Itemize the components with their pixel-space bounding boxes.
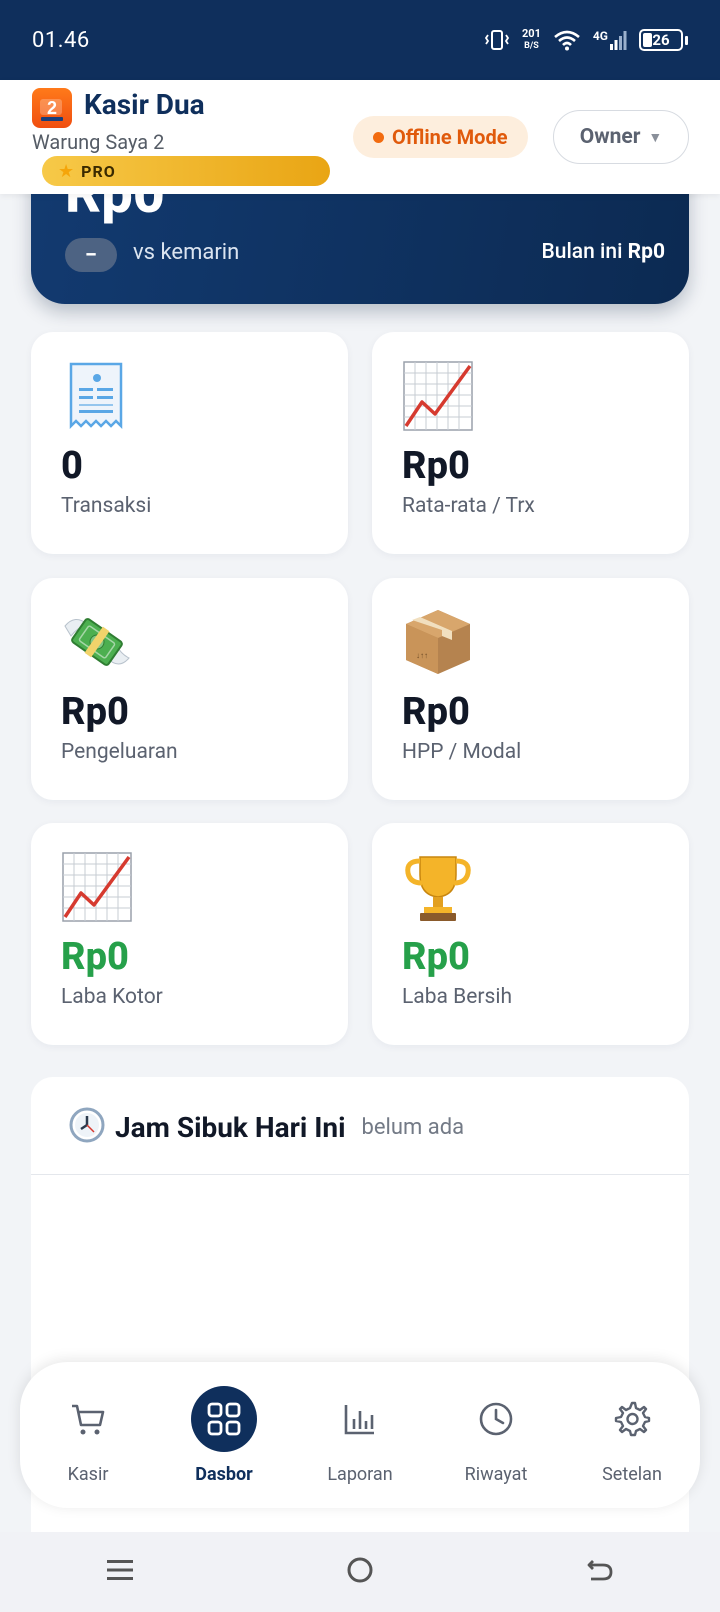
nav-riwayat-label: Riwayat: [464, 1463, 528, 1485]
nav-kasir[interactable]: Kasir: [23, 1386, 153, 1485]
receipt-icon: [61, 360, 133, 432]
cogs-label: HPP / Modal: [402, 740, 522, 764]
compare-label: vs kemarin: [133, 240, 240, 265]
network-type: 4G: [592, 29, 608, 43]
peak-hours-title: Jam Sibuk Hari Ini: [115, 1110, 346, 1144]
pro-badge: ★ PRO: [42, 156, 330, 186]
app-header: 2 Kasir Dua Warung Saya 2 ★ PRO Offline …: [0, 80, 720, 194]
settings-gear-icon: [599, 1386, 665, 1452]
net-speed-unit: B/S: [524, 41, 539, 51]
stat-card-transactions[interactable]: 0 Transaksi: [31, 332, 348, 554]
divider: [31, 1174, 689, 1175]
wifi-icon: [553, 29, 581, 51]
offline-dot-icon: [373, 131, 384, 143]
nav-kasir-label: Kasir: [67, 1463, 109, 1485]
net-profit-label: Laba Bersih: [402, 985, 513, 1009]
average-value: Rp0: [402, 444, 470, 488]
nav-setelan[interactable]: Setelan: [567, 1386, 697, 1485]
nav-setelan-label: Setelan: [602, 1463, 662, 1485]
average-label: Rata-rata / Trx: [402, 494, 535, 518]
transaction-label: Transaksi: [61, 494, 152, 518]
peak-hours-status: belum ada: [361, 1114, 465, 1140]
signal-icon: 4G: [593, 29, 627, 51]
cart-icon: [55, 1386, 121, 1452]
status-bar: 01.46 201 B/S 4G 26: [0, 0, 720, 80]
stat-card-gross-profit[interactable]: Rp0 Laba Kotor: [31, 823, 348, 1045]
stat-card-cogs[interactable]: ↓↑↑ Rp0 HPP / Modal: [372, 578, 689, 800]
nav-dasbor[interactable]: Dasbor: [159, 1385, 289, 1485]
vibrate-icon: [484, 29, 510, 51]
svg-text:2: 2: [47, 98, 57, 118]
transaction-count: 0: [61, 444, 83, 488]
month-label: Bulan ini: [541, 240, 623, 264]
svg-text:↓↑↑: ↓↑↑: [416, 651, 428, 660]
money-wings-icon: $: [61, 606, 133, 678]
clock-icon: [69, 1107, 105, 1147]
battery-level: 26: [652, 31, 670, 49]
role-selector-button[interactable]: Owner ▼: [553, 110, 689, 164]
stat-card-expenses[interactable]: $ Rp0 Pengeluaran: [31, 578, 348, 800]
status-icons: 201 B/S 4G 26: [484, 28, 688, 52]
app-logo: 2: [32, 88, 72, 128]
nav-riwayat[interactable]: Riwayat: [431, 1386, 561, 1485]
stat-card-average[interactable]: Rp0 Rata-rata / Trx: [372, 332, 689, 554]
month-value: Rp0: [627, 240, 665, 264]
sales-delta-badge: −: [65, 238, 117, 272]
status-time: 01.46: [32, 27, 90, 53]
chevron-down-icon: ▼: [648, 129, 663, 146]
home-icon[interactable]: [345, 1555, 375, 1589]
bottom-navigation: Kasir Dasbor Laporan Riwayat Setelan: [20, 1362, 700, 1508]
expenses-label: Pengeluaran: [61, 740, 178, 764]
bar-chart-icon: [327, 1386, 393, 1452]
net-speed-value: 201: [521, 27, 541, 40]
grid-icon: [191, 1385, 257, 1452]
gross-profit-label: Laba Kotor: [61, 985, 163, 1009]
chart-up-icon: [402, 360, 474, 432]
star-icon: ★: [58, 160, 76, 182]
role-label: Owner: [579, 125, 641, 149]
offline-mode-label: Offline Mode: [392, 125, 508, 149]
expenses-value: Rp0: [61, 690, 129, 734]
back-icon[interactable]: [585, 1555, 615, 1589]
chart-up-icon: [61, 851, 133, 923]
system-navigation-bar: [0, 1532, 720, 1612]
stat-card-net-profit[interactable]: Rp0 Laba Bersih: [372, 823, 689, 1045]
menu-icon[interactable]: [105, 1556, 135, 1588]
app-title: Kasir Dua: [84, 88, 205, 121]
history-clock-icon: [463, 1386, 529, 1452]
battery-icon: 26: [639, 29, 688, 51]
peak-hours-header: Jam Sibuk Hari Ini belum ada: [69, 1107, 464, 1147]
offline-mode-indicator[interactable]: Offline Mode: [353, 116, 528, 158]
month-summary: Bulan ini Rp0: [542, 240, 665, 264]
net-speed: 201 B/S: [522, 28, 541, 52]
nav-dasbor-label: Dasbor: [195, 1463, 253, 1485]
pro-badge-label: PRO: [81, 161, 116, 181]
trophy-icon: [402, 851, 474, 923]
store-name: Warung Saya 2: [32, 130, 165, 154]
package-icon: ↓↑↑: [402, 606, 474, 678]
gross-profit-value: Rp0: [61, 935, 129, 979]
nav-laporan-label: Laporan: [327, 1463, 393, 1485]
nav-laporan[interactable]: Laporan: [295, 1386, 425, 1485]
net-profit-value: Rp0: [402, 935, 470, 979]
cogs-value: Rp0: [402, 690, 470, 734]
